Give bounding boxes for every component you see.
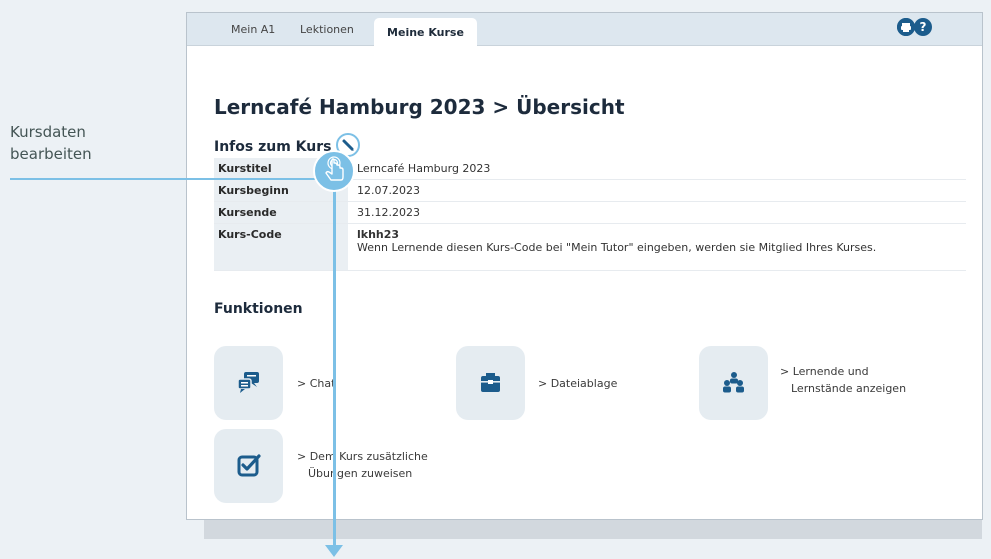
row-value: 12.07.2023 xyxy=(357,184,420,197)
row-label: Kursende xyxy=(214,202,348,223)
callout-line xyxy=(10,178,334,180)
chat-icon xyxy=(237,372,259,393)
functions-heading: Funktionen xyxy=(214,301,303,317)
help-icon[interactable]: ? xyxy=(914,18,932,36)
arrow-down-icon xyxy=(325,545,343,557)
page-title: Lerncafé Hamburg 2023 > Übersicht xyxy=(214,95,625,119)
files-tile[interactable] xyxy=(456,346,525,420)
exercises-tile[interactable] xyxy=(214,429,283,503)
tap-hand-icon xyxy=(313,150,355,192)
users-icon xyxy=(723,372,744,393)
row-value: 31.12.2023 xyxy=(357,206,420,219)
chat-tile[interactable] xyxy=(214,346,283,420)
learners-link[interactable]: > Lernende und Lernstände anzeigen xyxy=(780,363,906,397)
folder-icon xyxy=(481,373,500,392)
checkbox-icon xyxy=(237,454,261,477)
course-code-note: Wenn Lernende diesen Kurs-Code bei "Mein… xyxy=(357,241,877,254)
annotation-label: Kursdaten bearbeiten xyxy=(10,121,92,165)
tab-lektionen[interactable]: Lektionen xyxy=(300,13,354,46)
learners-link-line-1: > Lernende und xyxy=(780,365,869,378)
scroll-indicator-line xyxy=(333,162,336,547)
row-label: Kurs-Code xyxy=(214,224,348,270)
exercises-link-line-1: > Dem Kurs zusätzliche xyxy=(297,450,428,463)
table-row: Kursende 31.12.2023 xyxy=(214,202,966,224)
tab-bar: Mein A1 Lektionen Meine Kurse ? xyxy=(187,13,982,47)
app-window: Mein A1 Lektionen Meine Kurse ? Lerncafé… xyxy=(186,12,983,520)
row-value: lkhh23 Wenn Lernende diesen Kurs-Code be… xyxy=(357,224,876,254)
exercises-link[interactable]: > Dem Kurs zusätzliche Übungen zuweisen xyxy=(297,448,428,482)
learners-tile[interactable] xyxy=(699,346,768,420)
table-row: Kurs-Code lkhh23 Wenn Lernende diesen Ku… xyxy=(214,224,966,271)
row-value: Lerncafé Hamburg 2023 xyxy=(357,162,491,175)
exercises-link-line-2: Übungen zuweisen xyxy=(308,467,413,480)
tab-mein-a1[interactable]: Mein A1 xyxy=(231,13,275,46)
learners-link-line-2: Lernstände anzeigen xyxy=(791,382,907,395)
tab-meine-kurse[interactable]: Meine Kurse xyxy=(374,18,477,47)
files-link[interactable]: > Dateiablage xyxy=(538,375,617,392)
annotation-line-1: Kursdaten xyxy=(10,123,86,141)
course-code: lkhh23 xyxy=(357,228,400,241)
info-heading: Infos zum Kurs xyxy=(214,139,332,155)
print-icon[interactable] xyxy=(897,18,915,36)
annotation-line-2: bearbeiten xyxy=(10,145,92,163)
chat-link[interactable]: > Chat xyxy=(297,375,335,392)
